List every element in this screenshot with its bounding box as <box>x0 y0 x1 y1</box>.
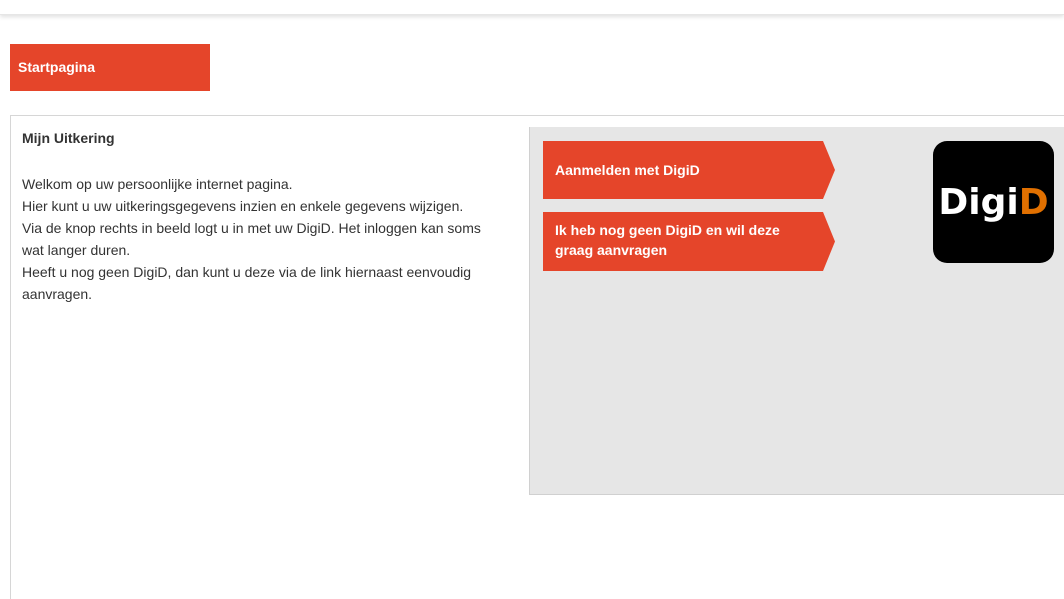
intro-paragraph-welcome: Welkom op uw persoonlijke internet pagin… <box>22 176 293 192</box>
digid-logo-text-white: Digi <box>938 181 1019 223</box>
login-digid-button[interactable]: Aanmelden met DigiD <box>543 141 835 199</box>
request-digid-button[interactable]: Ik heb nog geen DigiD en wil deze graag … <box>543 212 835 271</box>
page-title: Mijn Uitkering <box>22 130 115 146</box>
intro-paragraph-view: Hier kunt u uw uitkeringsgegevens inzien… <box>22 198 464 214</box>
intro-paragraph-request: Heeft u nog geen DigiD, dan kunt u deze … <box>22 264 472 302</box>
intro-text: Welkom op uw persoonlijke internet pagin… <box>22 173 492 305</box>
top-bar <box>0 0 1064 15</box>
digid-logo-text-orange: D <box>1018 181 1049 223</box>
digid-logo: Digi D <box>933 141 1054 263</box>
intro-paragraph-login: Via de knop rechts in beeld logt u in me… <box>22 220 481 258</box>
tab-startpagina[interactable]: Startpagina <box>10 44 210 91</box>
